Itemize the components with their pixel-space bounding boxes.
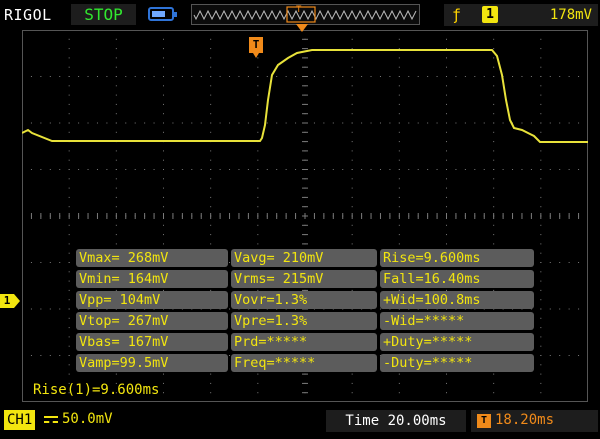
measurement-cell: Vtop= 267mV bbox=[76, 312, 228, 330]
measurement-cell: Prd=***** bbox=[231, 333, 377, 351]
measurement-cell: -Duty=***** bbox=[380, 354, 534, 372]
trigger-level-value: 178mV bbox=[549, 7, 592, 23]
trigger-status[interactable]: ƒ 1 178mV bbox=[444, 4, 598, 26]
measurement-cell: +Wid=100.8ms bbox=[380, 291, 534, 309]
channel1-ground-marker-icon[interactable]: 1 bbox=[0, 294, 20, 308]
run-stop-indicator[interactable]: STOP bbox=[71, 4, 136, 25]
channel1-scale[interactable]: 50.0mV bbox=[62, 411, 113, 427]
measurement-cell: Vavg= 210mV bbox=[231, 249, 377, 267]
measurement-cell: Vmin= 164mV bbox=[76, 270, 228, 288]
trigger-time-marker-icon[interactable] bbox=[296, 24, 308, 32]
trigger-offset-icon: T bbox=[477, 414, 491, 428]
measurement-cell: Vamp=99.5mV bbox=[76, 354, 228, 372]
measurement-cell: +Duty=***** bbox=[380, 333, 534, 351]
measurement-cell: Fall=16.40ms bbox=[380, 270, 534, 288]
measurement-cell: Vmax= 268mV bbox=[76, 249, 228, 267]
measurement-cell: Freq=***** bbox=[231, 354, 377, 372]
trigger-offset-value: 18.20ms bbox=[495, 412, 555, 428]
brand-logo: RIGOL bbox=[4, 6, 52, 24]
battery-icon bbox=[148, 7, 177, 21]
measurement-cell: Vbas= 167mV bbox=[76, 333, 228, 351]
measurement-cell: Rise=9.600ms bbox=[380, 249, 534, 267]
measurement-cell: -Wid=***** bbox=[380, 312, 534, 330]
trigger-position-icon[interactable]: T bbox=[249, 37, 263, 58]
cursor-readout: Rise(1)=9.600ms bbox=[33, 382, 160, 398]
trigger-source-badge: 1 bbox=[482, 6, 498, 23]
memory-depth-strip: T bbox=[191, 4, 420, 25]
measurement-table: Vmax= 268mV Vavg= 210mV Rise=9.600ms Vmin= … bbox=[76, 249, 534, 373]
memory-waveform-preview: T bbox=[193, 5, 417, 23]
timebase-readout[interactable]: Time 20.00ms bbox=[326, 410, 466, 432]
measurement-cell: Vovr=1.3% bbox=[231, 291, 377, 309]
channel1-trace bbox=[22, 49, 588, 143]
channel1-label[interactable]: CH1 bbox=[4, 410, 36, 430]
bottom-status-bar: CH1 50.0mV Time 20.00ms T 18.20ms bbox=[0, 407, 600, 439]
trigger-offset-readout[interactable]: T 18.20ms bbox=[471, 410, 598, 432]
rising-edge-icon: ƒ bbox=[452, 6, 462, 24]
measurement-cell: Vrms= 215mV bbox=[231, 270, 377, 288]
dc-coupling-icon bbox=[44, 413, 58, 426]
measurement-cell: Vpp= 104mV bbox=[76, 291, 228, 309]
measurement-cell: Vpre=1.3% bbox=[231, 312, 377, 330]
memory-trigger-icon: T bbox=[296, 5, 302, 15]
